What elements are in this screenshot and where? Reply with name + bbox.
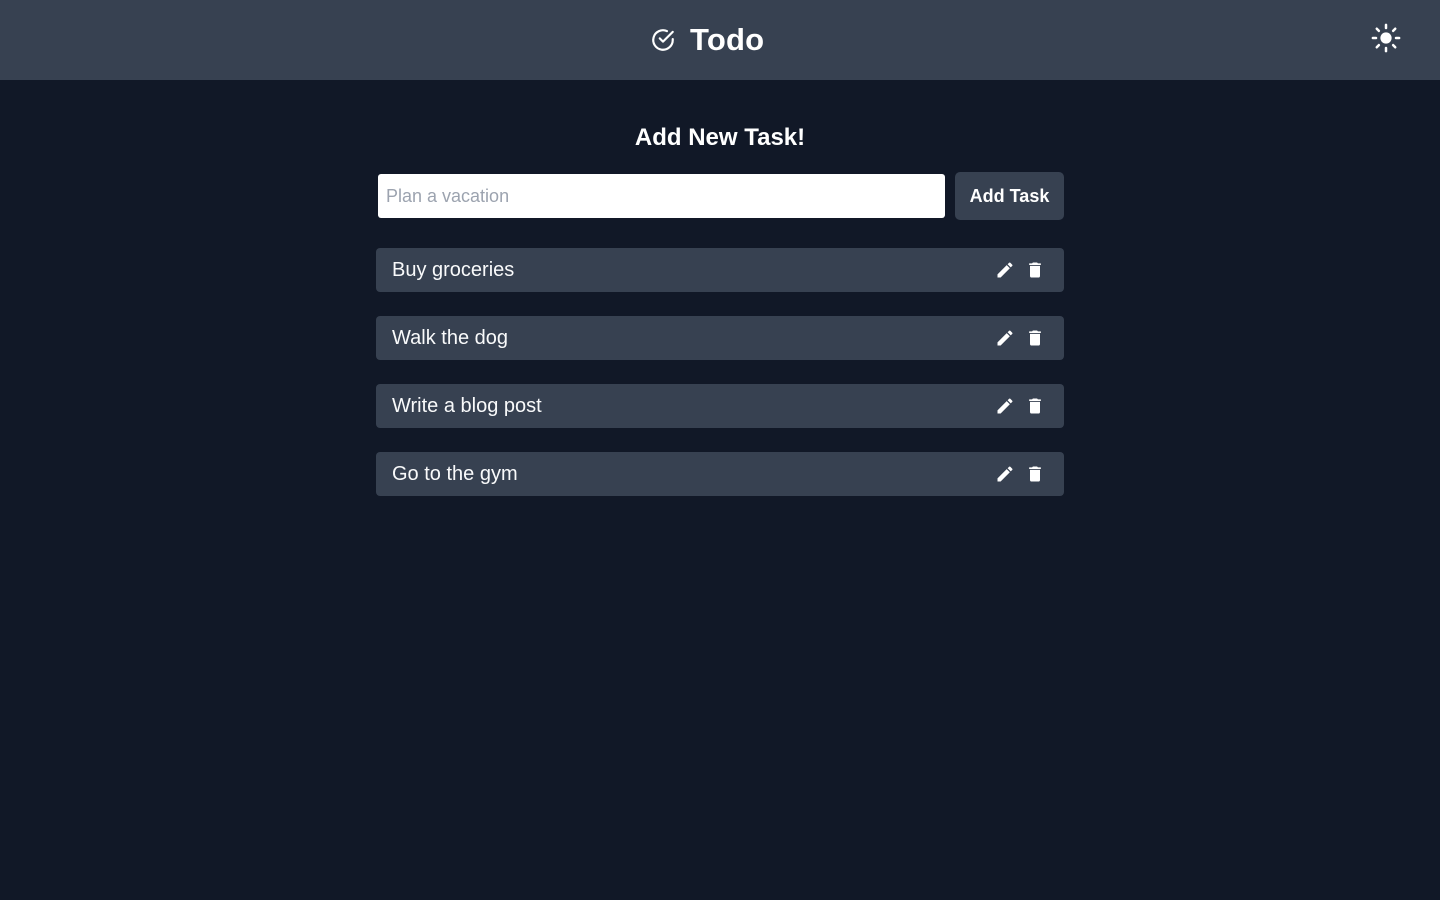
sun-icon xyxy=(1371,23,1401,58)
task-item: Write a blog post xyxy=(376,384,1064,428)
task-label: Walk the dog xyxy=(392,326,508,349)
pencil-icon xyxy=(997,330,1013,346)
task-actions xyxy=(994,463,1046,485)
new-task-input[interactable] xyxy=(378,174,945,218)
edit-task-button[interactable] xyxy=(994,259,1016,281)
task-item: Buy groceries xyxy=(376,248,1064,292)
app-title: Todo xyxy=(690,22,765,57)
add-task-form: Add Task xyxy=(376,172,1064,220)
delete-task-button[interactable] xyxy=(1024,395,1046,417)
check-circle-icon xyxy=(650,27,676,53)
task-actions xyxy=(994,327,1046,349)
task-label: Write a blog post xyxy=(392,394,542,417)
delete-task-button[interactable] xyxy=(1024,259,1046,281)
theme-toggle-button[interactable] xyxy=(1370,23,1402,58)
brand: Todo xyxy=(650,20,764,60)
pencil-icon xyxy=(997,398,1013,414)
task-actions xyxy=(994,395,1046,417)
trash-icon xyxy=(1029,262,1041,278)
task-actions xyxy=(994,259,1046,281)
pencil-icon xyxy=(997,466,1013,482)
trash-icon xyxy=(1029,466,1041,482)
pencil-icon xyxy=(997,262,1013,278)
delete-task-button[interactable] xyxy=(1024,463,1046,485)
add-task-heading: Add New Task! xyxy=(634,124,806,151)
task-list: Buy groceries Walk the dog Write a blog … xyxy=(376,248,1064,520)
trash-icon xyxy=(1029,398,1041,414)
edit-task-button[interactable] xyxy=(994,463,1016,485)
task-label: Buy groceries xyxy=(392,258,515,281)
app-header: Todo xyxy=(0,0,1440,80)
task-item: Walk the dog xyxy=(376,316,1064,360)
task-item: Go to the gym xyxy=(376,452,1064,496)
trash-icon xyxy=(1029,330,1041,346)
edit-task-button[interactable] xyxy=(994,327,1016,349)
edit-task-button[interactable] xyxy=(994,395,1016,417)
add-task-button[interactable]: Add Task xyxy=(955,172,1064,220)
task-label: Go to the gym xyxy=(392,462,518,485)
delete-task-button[interactable] xyxy=(1024,327,1046,349)
